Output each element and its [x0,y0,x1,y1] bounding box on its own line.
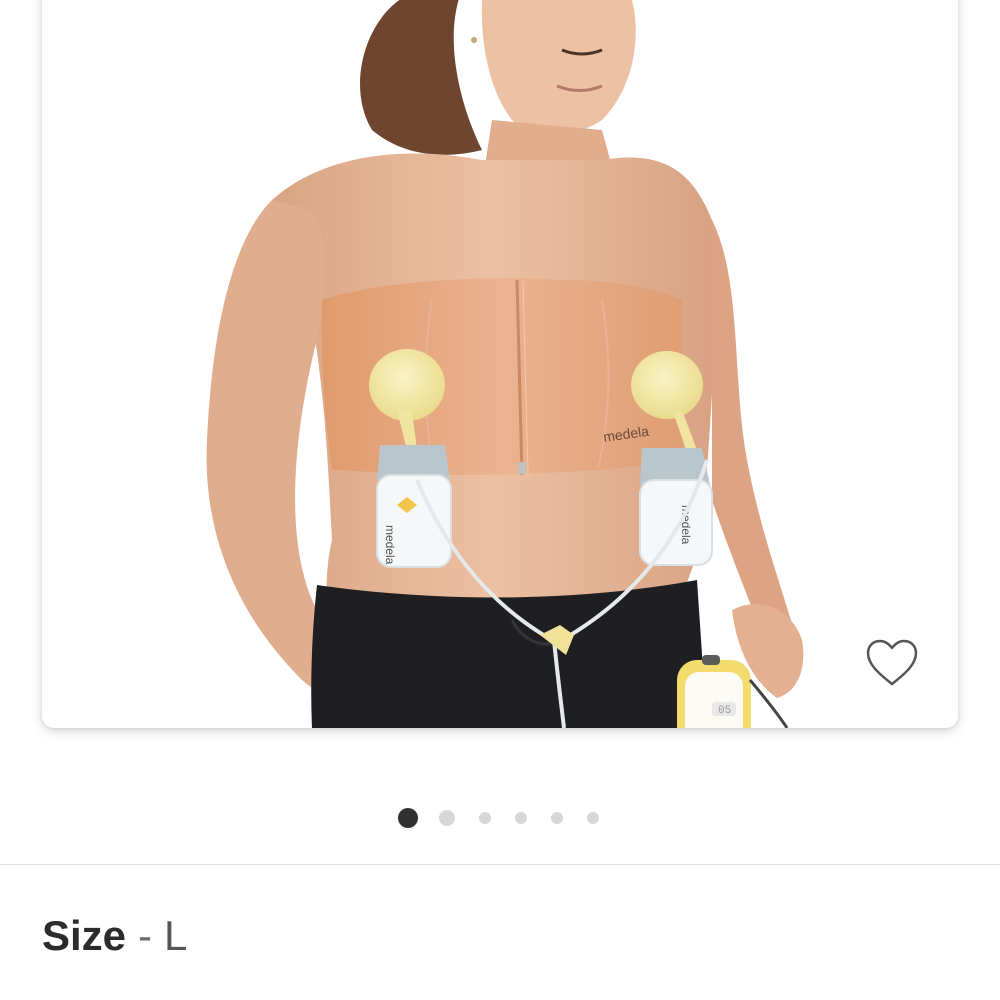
left-bottle-brand: medela [383,525,397,565]
size-label: Size [42,912,127,959]
favorite-button[interactable] [864,638,920,690]
size-value: L [164,912,188,959]
pump-display-text: 05 [718,705,731,717]
product-image-card[interactable]: medela medela medela 05 [42,0,958,728]
carousel-dot-4[interactable] [515,812,527,824]
carousel-pagination [0,806,1000,830]
carousel-dot-3[interactable] [479,812,491,824]
size-separator: - [138,912,153,959]
carousel-dot-6[interactable] [587,812,599,824]
carousel-dot-1[interactable] [398,808,418,828]
size-selector[interactable]: Size - L [42,908,187,964]
product-photo[interactable]: medela medela medela 05 [42,0,958,728]
heart-outline-icon[interactable] [864,638,920,690]
product-page: medela medela medela 05 Size - L [0,0,1000,1000]
section-divider [0,864,1000,865]
carousel-dot-2[interactable] [439,810,455,826]
carousel-dot-5[interactable] [551,812,563,824]
